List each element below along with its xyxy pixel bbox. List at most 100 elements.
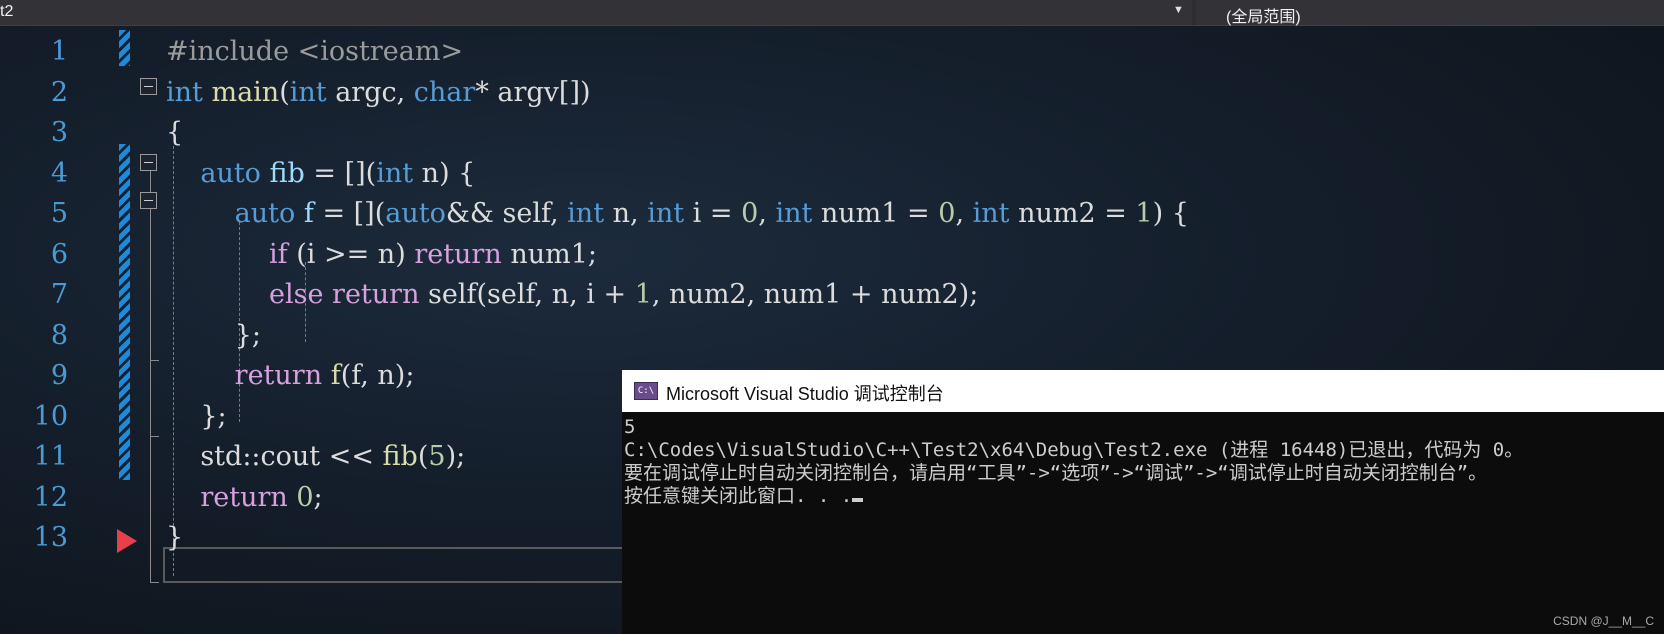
code-token: int: [972, 198, 1010, 229]
chevron-down-icon[interactable]: ▼: [1173, 4, 1184, 16]
code-token: int: [376, 157, 414, 189]
fold-toggle-main[interactable]: [140, 78, 157, 95]
code-token: return: [200, 481, 288, 513]
outline-guide: [150, 162, 151, 582]
code-token: 1: [1135, 198, 1153, 229]
code-token: };: [166, 400, 227, 432]
watermark: CSDN @J__M__C: [1553, 614, 1654, 628]
line-number: 12: [33, 481, 68, 513]
code-line[interactable]: return f(f, n);: [166, 356, 415, 396]
code-token: , num2, num1 + num2);: [651, 279, 979, 310]
code-token: int: [567, 198, 605, 229]
line-number: 8: [50, 319, 68, 351]
code-token: else: [269, 279, 324, 310]
code-token: f: [303, 198, 314, 229]
project-dropdown-label: t2: [0, 3, 14, 20]
code-line[interactable]: };: [166, 316, 261, 356]
code-token: (i >= n): [287, 238, 415, 270]
change-marker: [119, 144, 130, 480]
outline-tick: [150, 360, 159, 361]
scope-dropdown[interactable]: (全局范围): [1196, 0, 1664, 26]
code-line[interactable]: if (i >= n) return num1;: [166, 235, 597, 275]
code-token: return: [414, 238, 502, 270]
code-token: (f, n);: [340, 360, 415, 391]
code-token: n) {: [413, 157, 476, 189]
execution-arrow-icon: [117, 529, 137, 553]
code-token: 1: [634, 279, 652, 310]
code-token: num1 =: [812, 198, 939, 229]
code-token: * argv[]): [475, 76, 591, 108]
code-line[interactable]: }: [166, 518, 183, 558]
line-number: 13: [33, 522, 68, 553]
code-token: {: [166, 117, 184, 148]
code-token: auto: [385, 198, 446, 229]
code-line[interactable]: auto f = [](auto&& self, int n, int i = …: [166, 194, 1189, 234]
code-token: return: [332, 279, 420, 310]
code-token: if: [269, 238, 288, 270]
code-line[interactable]: {: [166, 113, 183, 153]
code-token: = [](: [304, 157, 377, 189]
scope-dropdown-label: (全局范围): [1226, 9, 1301, 26]
console-line: 要在调试停止时自动关闭控制台，请启用“工具”->“选项”->“调试”->“调试停…: [624, 462, 1488, 484]
console-titlebar[interactable]: C:\ Microsoft Visual Studio 调试控制台: [622, 370, 1664, 412]
project-dropdown[interactable]: t2 ▼: [0, 0, 1192, 25]
debug-console-window[interactable]: C:\ Microsoft Visual Studio 调试控制台 5 C:\C…: [622, 370, 1664, 634]
change-marker: [119, 30, 130, 66]
code-token: std::cout <<: [166, 441, 383, 472]
code-token: fib: [382, 441, 418, 472]
console-line: C:\Codes\VisualStudio\C++\Test2\x64\Debu…: [624, 439, 1524, 461]
code-token: ;: [313, 481, 323, 513]
code-token: f: [330, 360, 341, 391]
code-token: auto: [200, 157, 261, 189]
code-token: }: [166, 522, 184, 553]
code-line[interactable]: #include <iostream>: [166, 32, 463, 72]
code-token: 5: [428, 441, 446, 472]
code-token: return: [234, 360, 323, 391]
line-number: 1: [50, 36, 68, 67]
code-token: auto: [234, 198, 296, 229]
line-number: 5: [50, 198, 68, 229]
code-token: );: [445, 441, 466, 472]
code-line[interactable]: return 0;: [166, 478, 323, 518]
code-token: int: [289, 76, 327, 108]
navigation-bar: t2 ▼ (全局范围): [0, 0, 1664, 26]
code-token: char: [413, 76, 476, 108]
code-token: = [](: [313, 198, 386, 229]
console-line: 按任意键关闭此窗口. . .: [624, 485, 853, 507]
code-line[interactable]: int main(int argc, char* argv[]): [166, 73, 591, 113]
code-token: 0: [938, 198, 956, 229]
code-token: 0: [741, 198, 759, 229]
console-output[interactable]: 5 C:\Codes\VisualStudio\C++\Test2\x64\De…: [624, 416, 1523, 508]
code-token: };: [166, 319, 261, 351]
code-line[interactable]: auto fib = [](int n) {: [166, 154, 475, 194]
code-token: int: [166, 76, 203, 108]
code-token: #include <iostream>: [166, 36, 464, 67]
fold-toggle-fib[interactable]: [140, 154, 157, 171]
fold-toggle-f[interactable]: [140, 192, 157, 209]
code-token: main: [211, 76, 280, 108]
code-line[interactable]: };: [166, 397, 227, 437]
line-number: 4: [50, 157, 68, 189]
code-token: num1;: [501, 238, 597, 270]
line-number: 9: [50, 360, 68, 391]
line-number: 3: [50, 117, 68, 148]
code-token: int: [647, 198, 685, 229]
code-token: (: [279, 76, 290, 108]
line-number: 11: [33, 441, 68, 472]
line-number: 7: [50, 279, 68, 310]
code-line[interactable]: else return self(self, n, i + 1, num2, n…: [166, 275, 978, 315]
code-token: n,: [604, 198, 648, 229]
code-token: ) {: [1152, 198, 1189, 229]
code-token: ,: [955, 198, 973, 229]
code-token: && self,: [445, 198, 568, 229]
code-token: self(self, n, i +: [419, 279, 635, 310]
code-token: i =: [684, 198, 742, 229]
console-app-icon: C:\: [634, 382, 658, 400]
code-line[interactable]: std::cout << fib(5);: [166, 437, 465, 477]
